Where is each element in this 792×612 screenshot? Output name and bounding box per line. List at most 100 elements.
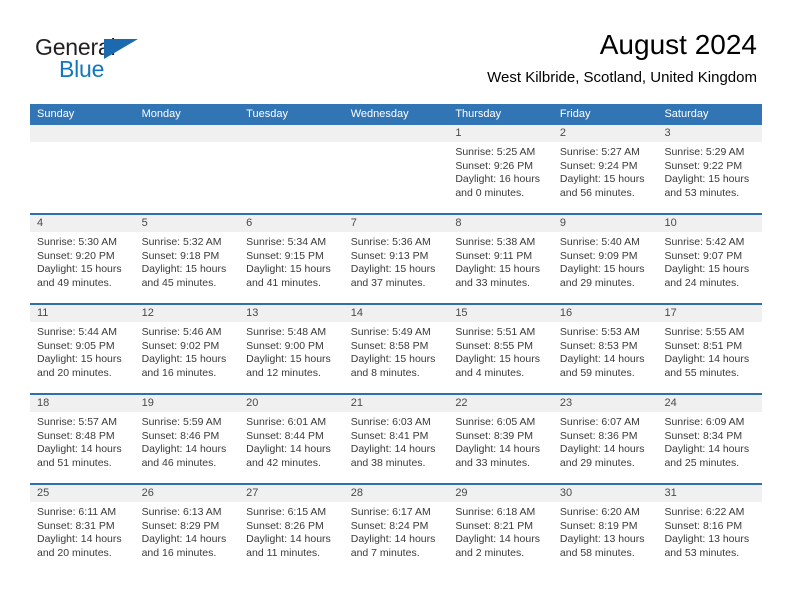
daylight-text-line2: and 37 minutes. (350, 276, 426, 289)
calendar-week-row: 4 Sunrise: 5:30 AM Sunset: 9:20 PM Daylight… (30, 213, 762, 303)
day-detail-lines: Sunrise: 5:40 AM Sunset: 9:09 PM Daylight:… (560, 236, 652, 290)
calendar-weeks: 1 Sunrise: 5:25 AM Sunset: 9:26 PM Daylight… (30, 125, 762, 573)
daylight-text-line2: and 11 minutes. (246, 546, 321, 559)
day-detail-lines: Sunrise: 5:38 AM Sunset: 9:11 PM Daylight:… (455, 236, 547, 290)
calendar-day-cell[interactable]: 5 Sunrise: 5:32 AM Sunset: 9:18 PM Daylight… (135, 215, 240, 303)
day-detail-lines: Sunrise: 6:11 AM Sunset: 8:31 PM Daylight:… (37, 506, 129, 560)
calendar-day-cell[interactable]: 8 Sunrise: 5:38 AM Sunset: 9:11 PM Daylight… (448, 215, 553, 303)
day-detail-lines: Sunrise: 5:51 AM Sunset: 8:55 PM Daylight:… (455, 326, 547, 380)
calendar-day-cell[interactable]: 24 Sunrise: 6:09 AM Sunset: 8:34 PM Dayligh… (657, 395, 762, 483)
day-detail-lines: Sunrise: 5:27 AM Sunset: 9:24 PM Daylight:… (560, 146, 652, 200)
day-detail-lines: Sunrise: 6:01 AM Sunset: 8:44 PM Daylight:… (246, 416, 338, 470)
calendar-day-cell[interactable]: 1 Sunrise: 5:25 AM Sunset: 9:26 PM Daylight… (448, 125, 553, 213)
sunset-text: Sunset: 8:58 PM (350, 339, 429, 352)
calendar-day-cell[interactable]: 18 Sunrise: 5:57 AM Sunset: 8:48 PM Dayligh… (30, 395, 135, 483)
daylight-text-line2: and 25 minutes. (664, 456, 740, 469)
day-detail-lines: Sunrise: 5:32 AM Sunset: 9:18 PM Daylight:… (142, 236, 234, 290)
calendar-day-cell[interactable]: 12 Sunrise: 5:46 AM Sunset: 9:02 PM Dayligh… (135, 305, 240, 393)
sunrise-text: Sunrise: 5:29 AM (664, 146, 745, 158)
weekday-header-monday: Monday (141, 108, 181, 120)
daylight-text-line1: Daylight: 16 hours (455, 173, 540, 185)
calendar-day-cell[interactable]: 22 Sunrise: 6:05 AM Sunset: 8:39 PM Dayligh… (448, 395, 553, 483)
sunset-text: Sunset: 9:09 PM (559, 249, 638, 262)
calendar-page: General Blue August 2024 West Kilbride, … (0, 0, 792, 612)
calendar-day-cell[interactable]: 30 Sunrise: 6:20 AM Sunset: 8:19 PM Dayligh… (553, 485, 658, 573)
daylight-text-line2: and 53 minutes. (664, 186, 740, 199)
day-detail-lines: Sunrise: 6:20 AM Sunset: 8:19 PM Daylight:… (560, 506, 652, 560)
sunset-text: Sunset: 8:26 PM (246, 519, 324, 532)
calendar-day-cell[interactable]: 21 Sunrise: 6:03 AM Sunset: 8:41 PM Dayligh… (344, 395, 449, 483)
page-title: August 2024 (599, 29, 757, 60)
calendar-day-cell[interactable]: 20 Sunrise: 6:01 AM Sunset: 8:44 PM Dayligh… (239, 395, 344, 483)
calendar-day-cell[interactable]: 10 Sunrise: 5:42 AM Sunset: 9:07 PM Dayligh… (657, 215, 762, 303)
calendar-day-cell[interactable]: 6 Sunrise: 5:34 AM Sunset: 9:15 PM Daylight… (239, 215, 344, 303)
calendar-day-cell[interactable]: 29 Sunrise: 6:18 AM Sunset: 8:21 PM Dayligh… (448, 485, 553, 573)
calendar-day-cell[interactable]: 3 Sunrise: 5:29 AM Sunset: 9:22 PM Daylight… (657, 125, 762, 213)
day-number: 27 (246, 487, 259, 499)
calendar-day-cell-empty (344, 125, 449, 213)
daylight-text-line1: Daylight: 15 hours (37, 263, 122, 275)
day-number: 31 (664, 487, 677, 499)
calendar-day-cell[interactable]: 26 Sunrise: 6:13 AM Sunset: 8:29 PM Dayligh… (135, 485, 240, 573)
sunrise-text: Sunrise: 5:51 AM (455, 326, 536, 338)
calendar-day-cell[interactable]: 27 Sunrise: 6:15 AM Sunset: 8:26 PM Dayligh… (239, 485, 344, 573)
calendar-week-days: 25 Sunrise: 6:11 AM Sunset: 8:31 PM Dayligh… (30, 485, 762, 573)
day-number: 13 (246, 307, 259, 319)
sunset-text: Sunset: 8:44 PM (246, 429, 324, 442)
sunrise-text: Sunrise: 6:05 AM (455, 416, 536, 428)
calendar-day-cell[interactable]: 2 Sunrise: 5:27 AM Sunset: 9:24 PM Daylight… (553, 125, 658, 213)
calendar-day-cell[interactable]: 23 Sunrise: 6:07 AM Sunset: 8:36 PM Dayligh… (553, 395, 658, 483)
calendar-day-cell[interactable]: 7 Sunrise: 5:36 AM Sunset: 9:13 PM Daylight… (344, 215, 449, 303)
day-number: 14 (350, 307, 363, 319)
calendar-day-cell[interactable]: 25 Sunrise: 6:11 AM Sunset: 8:31 PM Dayligh… (30, 485, 135, 573)
day-number: 22 (455, 397, 468, 409)
calendar-day-cell[interactable]: 4 Sunrise: 5:30 AM Sunset: 9:20 PM Daylight… (30, 215, 135, 303)
calendar-day-cell[interactable]: 9 Sunrise: 5:40 AM Sunset: 9:09 PM Daylight… (553, 215, 658, 303)
calendar-day-cell[interactable]: 13 Sunrise: 5:48 AM Sunset: 9:00 PM Dayligh… (239, 305, 344, 393)
sunset-text: Sunset: 9:20 PM (37, 249, 115, 262)
daylight-text-line1: Daylight: 15 hours (559, 173, 645, 185)
calendar-day-cell[interactable]: 28 Sunrise: 6:17 AM Sunset: 8:24 PM Dayligh… (344, 485, 449, 573)
sunset-text: Sunset: 9:22 PM (664, 159, 743, 172)
daylight-text-line2: and 20 minutes. (37, 546, 112, 559)
daylight-text-line2: and 42 minutes. (246, 456, 321, 469)
day-detail-lines: Sunrise: 5:25 AM Sunset: 9:26 PM Daylight:… (455, 146, 547, 200)
calendar-day-cell[interactable]: 17 Sunrise: 5:55 AM Sunset: 8:51 PM Dayligh… (657, 305, 762, 393)
calendar-day-cell[interactable]: 16 Sunrise: 5:53 AM Sunset: 8:53 PM Dayligh… (553, 305, 658, 393)
sunset-text: Sunset: 8:21 PM (455, 519, 533, 532)
calendar-week-days: 11 Sunrise: 5:44 AM Sunset: 9:05 PM Dayligh… (30, 305, 762, 393)
daylight-text-line2: and 38 minutes. (350, 456, 426, 469)
calendar-week-row: 1 Sunrise: 5:25 AM Sunset: 9:26 PM Daylight… (30, 125, 762, 213)
daylight-text-line1: Daylight: 14 hours (37, 443, 122, 455)
calendar-week-row: 11 Sunrise: 5:44 AM Sunset: 9:05 PM Dayligh… (30, 303, 762, 393)
daylight-text-line1: Daylight: 15 hours (246, 263, 331, 275)
daylight-text-line1: Daylight: 15 hours (141, 353, 227, 365)
calendar-day-cell[interactable]: 14 Sunrise: 5:49 AM Sunset: 8:58 PM Dayligh… (344, 305, 449, 393)
day-detail-lines: Sunrise: 6:05 AM Sunset: 8:39 PM Daylight:… (455, 416, 547, 470)
day-number: 17 (664, 307, 677, 319)
day-number: 11 (37, 307, 49, 319)
sunset-text: Sunset: 9:11 PM (455, 249, 533, 262)
weekday-header-thursday: Thursday (455, 108, 502, 120)
sunset-text: Sunset: 8:16 PM (664, 519, 743, 532)
sunrise-text: Sunrise: 5:27 AM (559, 146, 640, 158)
daylight-text-line1: Daylight: 14 hours (664, 353, 750, 365)
daylight-text-line2: and 20 minutes. (37, 366, 112, 379)
day-detail-lines: Sunrise: 5:44 AM Sunset: 9:05 PM Daylight:… (37, 326, 129, 380)
daylight-text-line2: and 0 minutes. (455, 186, 525, 199)
day-number: 1 (455, 127, 462, 139)
brand-logo[interactable]: General Blue (35, 34, 215, 86)
calendar-day-cell[interactable]: 11 Sunrise: 5:44 AM Sunset: 9:05 PM Dayligh… (30, 305, 135, 393)
day-detail-lines: Sunrise: 5:29 AM Sunset: 9:22 PM Daylight:… (664, 146, 756, 200)
sunrise-text: Sunrise: 5:53 AM (559, 326, 640, 338)
sunset-text: Sunset: 9:07 PM (664, 249, 743, 262)
day-number: 23 (559, 397, 573, 409)
sunrise-text: Sunrise: 5:25 AM (455, 146, 536, 158)
calendar-day-cell[interactable]: 19 Sunrise: 5:59 AM Sunset: 8:46 PM Dayligh… (135, 395, 240, 483)
day-number: 25 (37, 487, 50, 499)
day-number: 29 (455, 487, 468, 499)
calendar-day-cell[interactable]: 15 Sunrise: 5:51 AM Sunset: 8:55 PM Dayligh… (448, 305, 553, 393)
calendar-week-days: 18 Sunrise: 5:57 AM Sunset: 8:48 PM Dayligh… (30, 395, 762, 483)
sunset-text: Sunset: 8:53 PM (559, 339, 638, 352)
calendar-day-cell[interactable]: 31 Sunrise: 6:22 AM Sunset: 8:16 PM Dayligh… (657, 485, 762, 573)
